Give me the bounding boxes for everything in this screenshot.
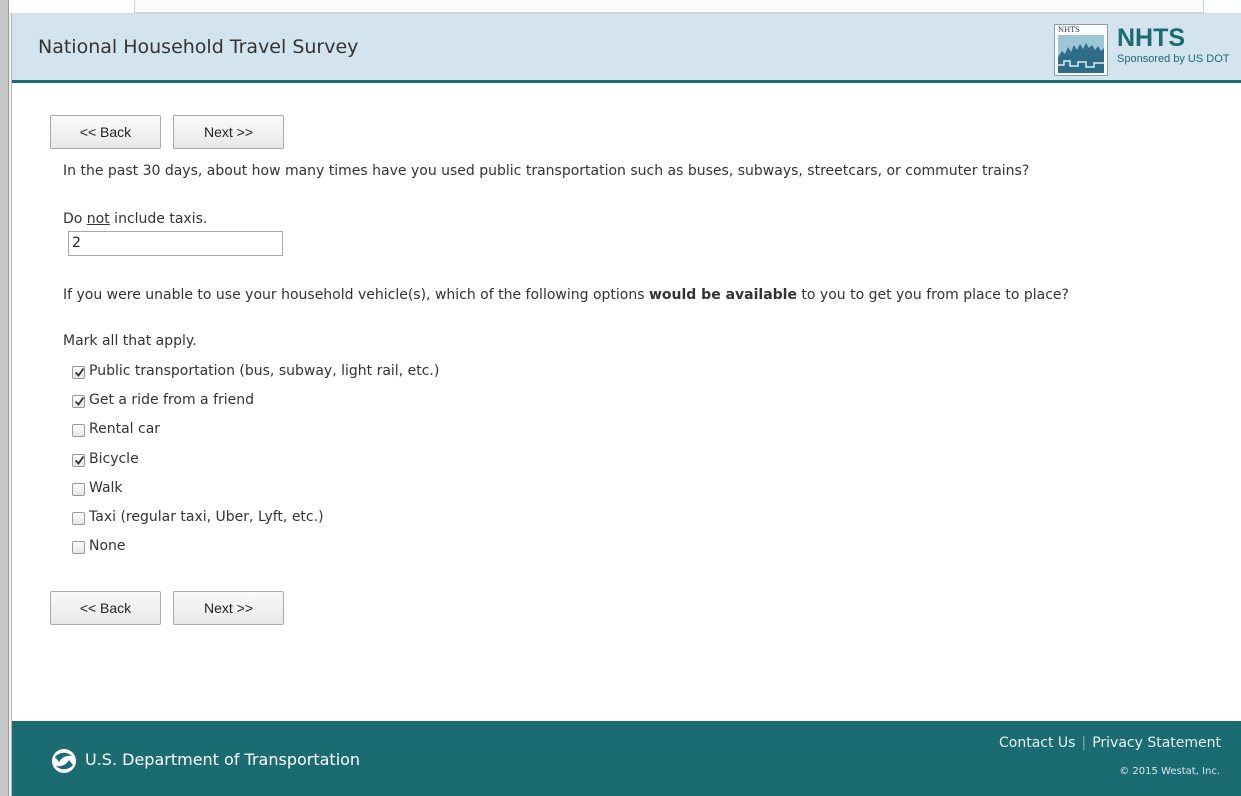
checkbox-public-transportation[interactable] xyxy=(72,366,85,379)
check-icon xyxy=(74,455,85,465)
question1-note: Do not include taxis. xyxy=(63,211,207,227)
question1-text: In the past 30 days, about how many time… xyxy=(63,163,1030,179)
question2-text: If you were unable to use your household… xyxy=(63,287,1069,303)
brand-sponsor: Sponsored by US DOT xyxy=(1117,53,1230,65)
option-label: Rental car xyxy=(89,421,161,437)
back-button-top[interactable]: << Back xyxy=(50,115,161,149)
brand-name: NHTS xyxy=(1117,24,1186,52)
check-icon xyxy=(74,367,85,377)
option-label: Get a ride from a friend xyxy=(89,392,255,408)
question1-note-prefix: Do xyxy=(63,211,87,227)
top-tab-line xyxy=(134,0,1204,13)
option-label: Public transportation (bus, subway, ligh… xyxy=(89,363,440,379)
option-label: Bicycle xyxy=(89,451,139,467)
question2-text-after: to you to get you from place to place? xyxy=(796,287,1069,303)
checkbox-rental-car[interactable] xyxy=(72,424,85,437)
option-label: Walk xyxy=(89,480,123,496)
footer-separator: | xyxy=(1081,735,1087,751)
nhts-logo-text: NHTS xyxy=(1058,26,1080,34)
checkbox-ride-from-friend[interactable] xyxy=(72,395,85,408)
page-footer: U.S. Department of Transportation Contac… xyxy=(12,721,1241,796)
question1-note-suffix: include taxis. xyxy=(109,211,208,227)
option-label: None xyxy=(89,538,126,554)
nhts-logo: NHTS xyxy=(1054,24,1108,76)
check-icon xyxy=(74,396,85,406)
left-scrollbar[interactable] xyxy=(0,0,9,796)
browser-frame: National Household Travel Survey NHTS NH… xyxy=(0,0,1241,796)
question2-text-before: If you were unable to use your household… xyxy=(63,287,649,303)
brand-block: NHTS Sponsored by US DOT xyxy=(1117,24,1230,66)
top-strip xyxy=(9,0,1241,14)
option-label: Taxi (regular taxi, Uber, Lyft, etc.) xyxy=(89,509,324,525)
back-button-bottom[interactable]: << Back xyxy=(50,591,161,625)
checkbox-bicycle[interactable] xyxy=(72,454,85,467)
copyright: © 2015 Westat, Inc. xyxy=(1119,766,1220,777)
usdot-logo-icon xyxy=(52,749,76,773)
contact-us-link[interactable]: Contact Us xyxy=(999,735,1075,751)
question2-instruction: Mark all that apply. xyxy=(63,333,197,349)
next-button-bottom[interactable]: Next >> xyxy=(173,591,284,625)
survey-page: National Household Travel Survey NHTS NH… xyxy=(11,14,1241,796)
transit-trips-input[interactable]: 2 xyxy=(68,231,283,256)
footer-links: Contact Us | Privacy Statement xyxy=(999,735,1221,751)
department-name: U.S. Department of Transportation xyxy=(85,750,361,769)
skyline-icon xyxy=(1058,35,1104,73)
next-button-top[interactable]: Next >> xyxy=(173,115,284,149)
question1-note-emphasis: not xyxy=(86,211,110,227)
checkbox-walk[interactable] xyxy=(72,483,85,496)
privacy-statement-link[interactable]: Privacy Statement xyxy=(1092,735,1221,751)
page-title: National Household Travel Survey xyxy=(38,36,359,58)
checkbox-taxi[interactable] xyxy=(72,512,85,525)
checkbox-none[interactable] xyxy=(72,541,85,554)
page-header: National Household Travel Survey NHTS NH… xyxy=(12,14,1241,83)
question2-text-bold: would be available xyxy=(648,287,797,303)
